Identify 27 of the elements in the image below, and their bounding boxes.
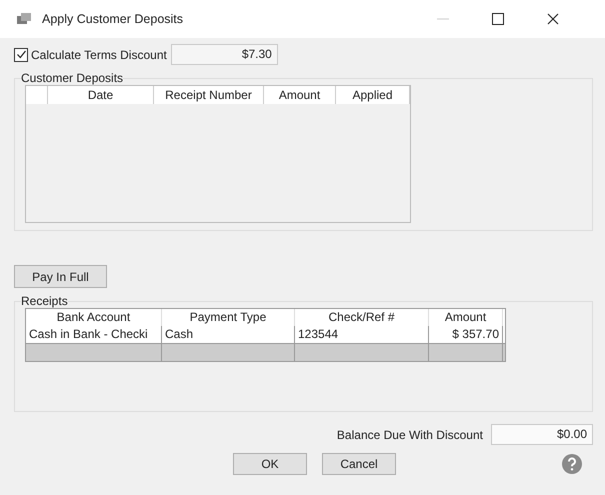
column-header[interactable]: Amount <box>429 309 503 326</box>
maximize-icon[interactable] <box>492 13 504 25</box>
column-header[interactable]: Applied <box>336 86 410 104</box>
app-icon <box>16 12 32 26</box>
group-title: Receipts <box>21 294 68 308</box>
table-cell: Cash <box>165 327 194 341</box>
cancel-button[interactable]: Cancel <box>322 453 396 475</box>
balance-field[interactable]: $0.00 <box>491 424 593 445</box>
close-icon[interactable] <box>547 13 559 25</box>
column-header[interactable]: Payment Type <box>162 309 295 326</box>
group-title: Customer Deposits <box>21 71 124 85</box>
table-cell: Cash in Bank - Checki <box>29 327 148 341</box>
pay-in-full-button[interactable]: Pay In Full <box>14 265 107 288</box>
balance-label: Balance Due With Discount <box>336 428 483 442</box>
help-icon[interactable] <box>561 453 583 475</box>
checkbox-label: Calculate Terms Discount <box>31 48 167 62</box>
table-cell: 123544 <box>298 327 338 341</box>
discount-field[interactable]: $7.30 <box>170 44 278 65</box>
window-title: Apply Customer Deposits <box>42 12 184 26</box>
column-header[interactable]: Amount <box>264 86 336 104</box>
table-cell: $ 357.70 <box>452 327 499 341</box>
ok-button[interactable]: OK <box>233 453 307 475</box>
checkbox[interactable] <box>14 48 28 62</box>
column-header[interactable]: Date <box>48 86 154 104</box>
column-header[interactable]: Check/Ref # <box>295 309 429 326</box>
column-header[interactable]: Receipt Number <box>154 86 264 104</box>
column-header[interactable]: Bank Account <box>26 309 162 326</box>
